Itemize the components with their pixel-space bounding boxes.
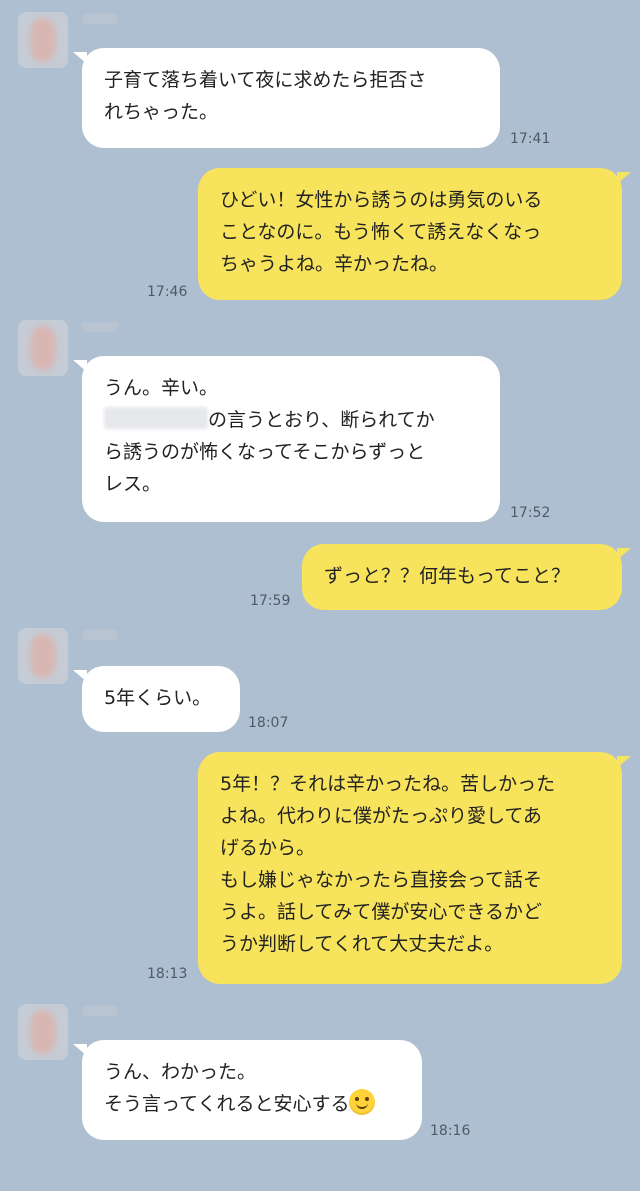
message-timestamp: 17:46 xyxy=(147,284,188,300)
message-bubble-incoming[interactable]: うん。辛い。 の言うとおり、断られてか ら誘うのが怖くなってそこからずっと レス… xyxy=(73,356,500,522)
message-timestamp: 18:16 xyxy=(430,1123,471,1139)
message-timestamp: 18:13 xyxy=(147,966,188,982)
message-bubble-outgoing[interactable]: 5年！？それは辛かったね。苦しかった よね。代わりに僕がたっぷり愛してあ げるか… xyxy=(198,752,631,984)
message-text: ずっと？？何年もってこと？ xyxy=(324,565,571,587)
message-line-with-blurred-name: の言うとおり、断られてか xyxy=(104,404,478,436)
sender-avatar[interactable] xyxy=(18,320,68,376)
message-text: ひどい！女性から誘うのは勇気のいる xyxy=(220,189,543,211)
message-text: ら誘うのが怖くなってそこからずっと xyxy=(104,441,426,463)
sender-name-blurred xyxy=(82,322,118,332)
chat-thread[interactable]: 子育て落ち着いて夜に求めたら拒否さ れちゃった。 17:41 17:46 ひどい… xyxy=(0,0,640,1191)
message-text: 5年！？それは辛かったね。苦しかった xyxy=(220,773,556,795)
message-bubble-incoming[interactable]: 子育て落ち着いて夜に求めたら拒否さ れちゃった。 xyxy=(73,48,500,148)
sender-avatar[interactable] xyxy=(18,628,68,684)
message-text: の言うとおり、断られてか xyxy=(208,409,435,431)
message-text: ちゃうよね。辛かったね。 xyxy=(220,253,449,275)
message-text: そう言ってくれると安心する xyxy=(104,1093,350,1115)
message-bubble-outgoing[interactable]: ひどい！女性から誘うのは勇気のいる ことなのに。もう怖くて誘えなくなっ ちゃうよ… xyxy=(198,168,631,300)
sender-name-blurred xyxy=(82,14,118,24)
message-timestamp: 18:07 xyxy=(248,715,289,731)
message-text: 子育て落ち着いて夜に求めたら拒否さ xyxy=(104,69,427,91)
message-bubble-outgoing[interactable]: ずっと？？何年もってこと？ xyxy=(302,544,631,610)
message-text: うん、わかった。 xyxy=(104,1061,257,1083)
message-text: ことなのに。もう怖くて誘えなくなっ xyxy=(220,221,542,243)
message-bubble-incoming[interactable]: うん、わかった。 そう言ってくれると安心する xyxy=(73,1040,422,1140)
message-text: げるから。 xyxy=(220,837,316,859)
message-text: うか判断してくれて大丈夫だよ。 xyxy=(220,933,504,955)
sender-name-blurred xyxy=(82,1006,118,1016)
message-text: もし嫌じゃなかったら直接会って話そ xyxy=(220,869,543,891)
message-bubble-incoming[interactable]: 5年くらい。 xyxy=(73,666,240,732)
smile-icon xyxy=(349,1089,376,1115)
message-timestamp: 17:59 xyxy=(250,593,291,609)
message-text: レス。 xyxy=(104,473,162,495)
message-line-with-emoji: そう言ってくれると安心する xyxy=(104,1088,400,1120)
sender-name-blurred xyxy=(82,630,118,640)
blurred-name xyxy=(104,407,208,429)
message-timestamp: 17:41 xyxy=(510,131,551,147)
message-text: うん。辛い。 xyxy=(104,377,219,399)
sender-avatar[interactable] xyxy=(18,12,68,68)
message-timestamp: 17:52 xyxy=(510,505,551,521)
message-text: よね。代わりに僕がたっぷり愛してあ xyxy=(220,805,542,827)
message-text: 5年くらい。 xyxy=(104,687,212,709)
message-text: うよ。話してみて僕が安心できるかど xyxy=(220,901,543,923)
message-text: れちゃった。 xyxy=(104,101,219,123)
sender-avatar[interactable] xyxy=(18,1004,68,1060)
